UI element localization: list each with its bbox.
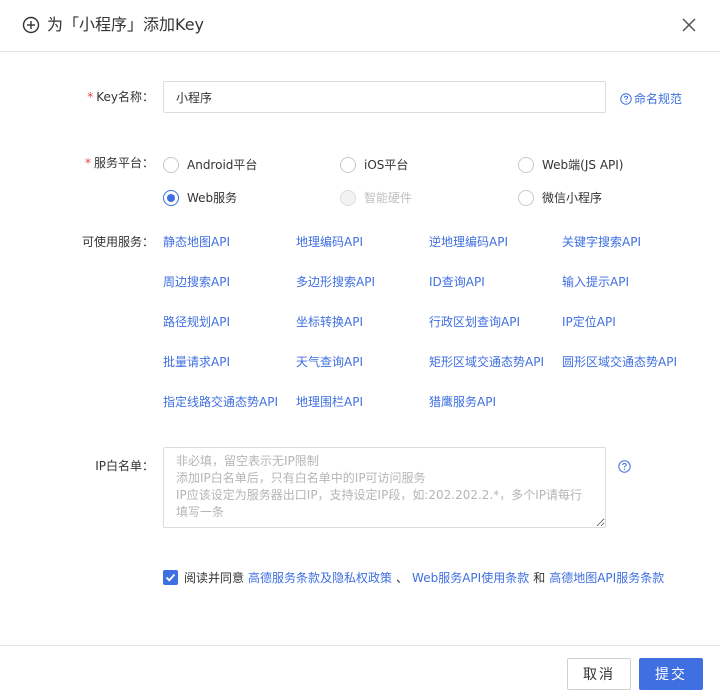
service-link[interactable]: 圆形区域交通态势API <box>562 354 677 370</box>
agreement-checkbox[interactable] <box>163 570 178 585</box>
dialog-footer: 取消 提交 <box>0 645 720 699</box>
radio-smart-hardware: 智能硬件 <box>340 189 412 206</box>
close-icon[interactable] <box>678 14 700 36</box>
service-link[interactable]: 天气查询API <box>296 354 363 370</box>
radio-label: Android平台 <box>187 158 258 172</box>
agreement-prefix: 阅读并同意 <box>184 571 245 585</box>
agreement-separator: 、 <box>396 571 409 585</box>
radio-label: 微信小程序 <box>542 191 603 205</box>
service-link[interactable]: 坐标转换API <box>296 314 363 330</box>
service-link[interactable]: 输入提示API <box>562 274 629 290</box>
radio-circle <box>340 189 356 206</box>
key-name-label: * Key名称： <box>64 89 154 105</box>
agreement-row: 阅读并同意 高德服务条款及隐私权政策 、 Web服务API使用条款 和 高德地图… <box>163 569 664 586</box>
service-link[interactable]: 关键字搜索API <box>562 234 641 250</box>
radio-circle[interactable] <box>340 156 356 173</box>
map-api-terms-link[interactable]: 高德地图API服务条款 <box>549 569 664 586</box>
radio-android[interactable]: Android平台 <box>163 156 257 173</box>
dialog-title: 为「小程序」添加Key <box>47 15 205 34</box>
radio-circle[interactable] <box>163 189 179 206</box>
radio-ios[interactable]: iOS平台 <box>340 156 408 173</box>
service-link[interactable]: 周边搜索API <box>163 274 230 290</box>
dialog-header: 为「小程序」添加Key <box>0 0 720 52</box>
service-link[interactable]: 猎鹰服务API <box>429 394 496 410</box>
service-link[interactable]: 行政区划查询API <box>429 314 520 330</box>
service-link[interactable]: ID查询API <box>429 274 485 290</box>
web-service-terms-link[interactable]: Web服务API使用条款 <box>412 569 529 586</box>
service-link[interactable]: 地理围栏API <box>296 394 363 410</box>
radio-wechat-miniprogram[interactable]: 微信小程序 <box>518 189 602 206</box>
naming-rules-text: 命名规范 <box>634 92 683 106</box>
key-name-label-text: Key名称： <box>96 90 154 104</box>
submit-button[interactable]: 提交 <box>639 658 703 690</box>
naming-rules-link[interactable]: 命名规范 <box>620 90 682 107</box>
add-circle-icon <box>22 16 40 34</box>
service-link[interactable]: 指定线路交通态势API <box>163 394 278 410</box>
platform-label: * 服务平台： <box>64 155 154 171</box>
services-label: 可使用服务： <box>81 235 154 249</box>
terms-privacy-link[interactable]: 高德服务条款及隐私权政策 <box>248 569 392 586</box>
platform-label-text: 服务平台： <box>93 156 154 170</box>
radio-web-service[interactable]: Web服务 <box>163 189 237 206</box>
radio-circle[interactable] <box>518 156 534 173</box>
service-link[interactable]: 矩形区域交通态势API <box>429 354 544 370</box>
required-mark: * <box>87 90 94 104</box>
radio-label: iOS平台 <box>364 158 409 172</box>
agreement-separator: 和 <box>533 571 546 585</box>
question-icon <box>620 92 632 105</box>
checkmark-icon <box>165 573 176 582</box>
ip-whitelist-label: IP白名单： <box>95 459 154 473</box>
service-link[interactable]: IP定位API <box>562 314 616 330</box>
radio-label: Web端(JS API) <box>542 158 624 172</box>
required-mark: * <box>84 156 91 170</box>
service-link[interactable]: 路径规划API <box>163 314 230 330</box>
key-name-input[interactable] <box>163 81 606 113</box>
service-link[interactable]: 逆地理编码API <box>429 234 508 250</box>
radio-label: Web服务 <box>187 191 238 205</box>
radio-label: 智能硬件 <box>364 191 413 205</box>
service-link[interactable]: 多边形搜索API <box>296 274 375 290</box>
question-icon[interactable] <box>618 460 631 473</box>
service-link[interactable]: 批量请求API <box>163 354 230 370</box>
radio-web-js-api[interactable]: Web端(JS API) <box>518 156 623 173</box>
add-key-dialog: 为「小程序」添加Key *Key名称： 命名规范 *服务平台： Android平… <box>0 0 720 699</box>
ip-whitelist-textarea[interactable] <box>163 447 606 528</box>
radio-circle[interactable] <box>163 156 179 173</box>
service-link[interactable]: 静态地图API <box>163 234 230 250</box>
cancel-button[interactable]: 取消 <box>567 658 631 690</box>
radio-circle[interactable] <box>518 189 534 206</box>
service-link[interactable]: 地理编码API <box>296 234 363 250</box>
